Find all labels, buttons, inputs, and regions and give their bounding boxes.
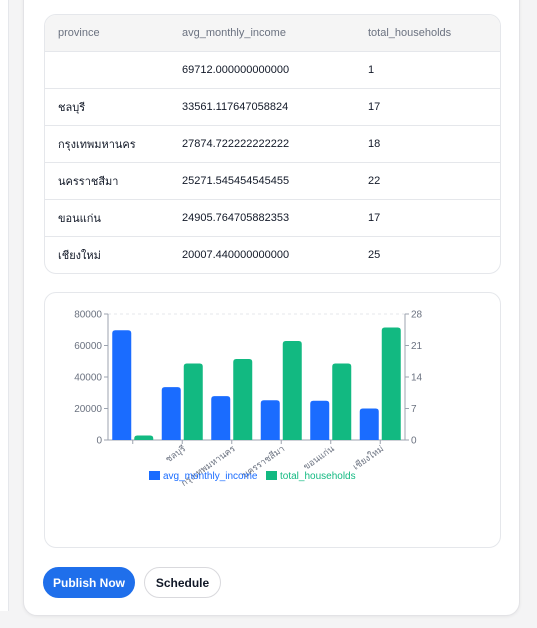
bar-total-households [233, 359, 253, 440]
cell-avg-monthly-income: 33561.117647058824 [182, 88, 368, 126]
y-left-tick-label: 0 [96, 436, 102, 447]
table-row: เชียงใหม่ 20007.440000000000 25 [45, 237, 500, 274]
table-row: กรุงเทพมหานคร 27874.722222222222 18 [45, 125, 500, 163]
y-left-tick-label: 40000 [74, 373, 102, 384]
x-tick-label: กรุงเทพมหานคร [179, 443, 237, 489]
bar-total-households [134, 435, 154, 440]
publish-now-button[interactable]: Publish Now [43, 567, 135, 598]
column-header-avg-monthly-income: avg_monthly_income [182, 15, 368, 52]
cell-avg-monthly-income: 24905.764705882353 [182, 199, 368, 237]
cell-province: นครราชสีมา [45, 162, 182, 200]
legend-swatch-total-households [266, 471, 277, 480]
y-right-tick-label: 14 [411, 373, 423, 384]
schedule-button[interactable]: Schedule [144, 567, 221, 598]
bar-total-households [183, 363, 203, 440]
left-panel-edge [0, 0, 9, 611]
cell-province [45, 51, 182, 89]
x-tick-label: ขอนแก่น [301, 443, 336, 471]
results-table: province avg_monthly_income total_househ… [44, 14, 501, 274]
cell-total-households: 22 [368, 162, 500, 200]
cell-avg-monthly-income: 27874.722222222222 [182, 125, 368, 163]
cell-avg-monthly-income: 20007.440000000000 [182, 249, 290, 261]
y-left-tick-label: 80000 [74, 310, 102, 321]
cell-total-households: 17 [368, 88, 500, 126]
column-header-total-households: total_households [368, 15, 500, 52]
cell-province: กรุงเทพมหานคร [45, 125, 182, 163]
x-tick-label: ชลบุรี [163, 443, 188, 465]
chart-card: 0 20000 40000 60000 80000 0 7 14 21 28 ชลบุรี กรุงเ… [44, 292, 501, 548]
bar-chart: 0 20000 40000 60000 80000 0 7 14 21 28 ชลบุรีกรุงเ… [74, 310, 423, 489]
cell-avg-monthly-income: 25271.545454545455 [182, 162, 368, 200]
cell-total-households: 1 [368, 51, 500, 89]
cell-avg-monthly-income: 69712.000000000000 [182, 51, 368, 89]
table-row: นครราชสีมา 25271.545454545455 22 [45, 162, 500, 200]
legend-swatch-avg-monthly-income [149, 471, 160, 480]
bar-avg-monthly-income [211, 396, 231, 440]
table-row: ขอนแก่น 24905.764705882353 17 [45, 199, 500, 237]
y-left-tick-label: 60000 [74, 341, 102, 352]
legend-label-total-households: total_households [280, 471, 356, 482]
bar-avg-monthly-income [260, 400, 280, 440]
bar-total-households [332, 363, 352, 440]
x-tick-label: เชียงใหม่ [351, 443, 386, 471]
y-right-tick-label: 28 [411, 310, 423, 321]
bar-avg-monthly-income [359, 408, 379, 440]
cell-total-households: 25 [368, 249, 381, 261]
cell-province: ขอนแก่น [45, 199, 182, 237]
cell-total-households: 18 [368, 125, 500, 163]
y-right-tick-label: 0 [411, 436, 417, 447]
table-header-row: province avg_monthly_income total_househ… [45, 15, 500, 52]
table-row: ชลบุรี 33561.117647058824 17 [45, 88, 500, 126]
y-left-tick-label: 20000 [74, 404, 102, 415]
bar-avg-monthly-income [112, 330, 132, 440]
cell-province: เชียงใหม่ [58, 250, 101, 262]
table-row: 69712.000000000000 1 [45, 51, 500, 89]
cell-total-households: 17 [368, 199, 500, 237]
y-right-tick-label: 7 [411, 404, 417, 415]
bar-total-households [381, 327, 401, 440]
bar-avg-monthly-income [310, 400, 330, 440]
bar-total-households [282, 341, 302, 440]
content-card: province avg_monthly_income total_househ… [23, 0, 520, 616]
legend-label-avg-monthly-income: avg_monthly_income [163, 471, 258, 482]
cell-province: ชลบุรี [45, 88, 182, 126]
bar-avg-monthly-income [161, 387, 181, 440]
y-right-tick-label: 21 [411, 341, 423, 352]
column-header-province: province [45, 15, 182, 52]
